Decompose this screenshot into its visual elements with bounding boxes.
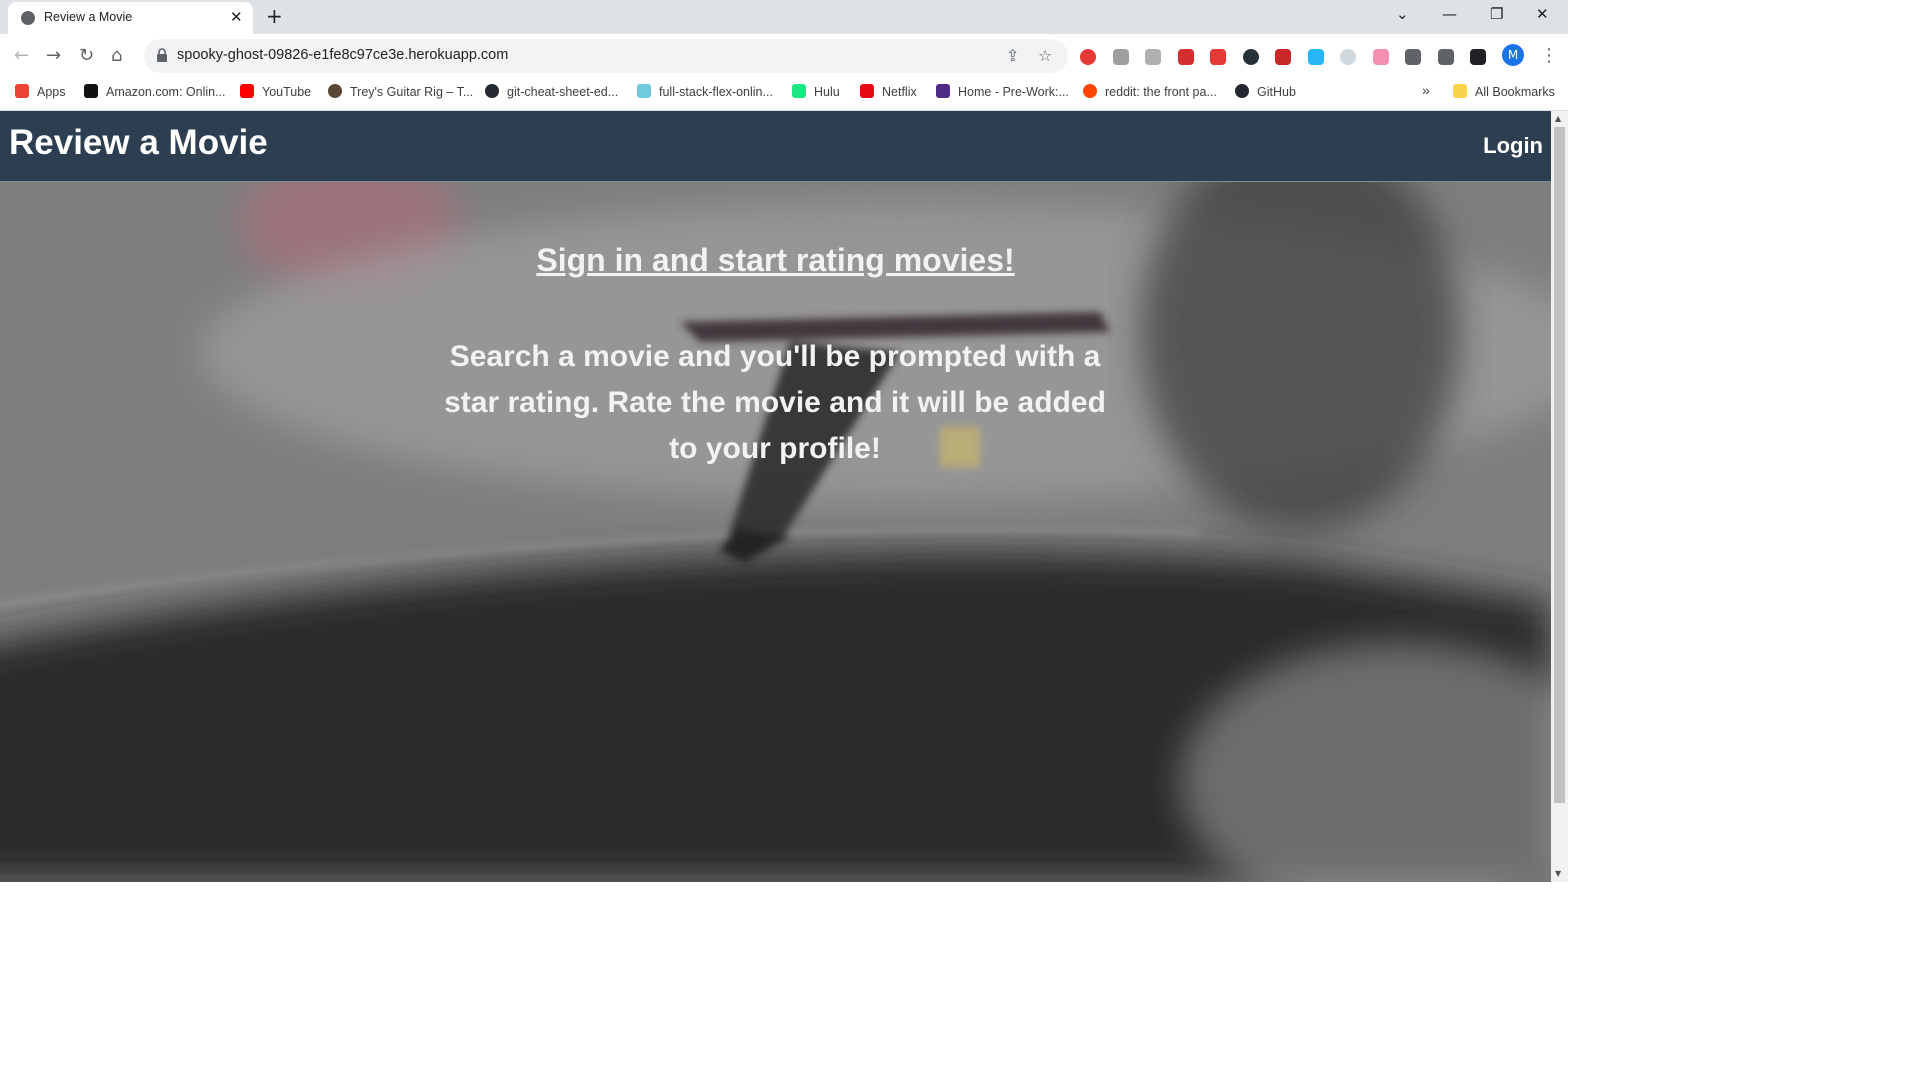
tab-search-icon[interactable]: ⌄ bbox=[1396, 5, 1409, 23]
all-bookmarks-folder[interactable]: All Bookmarks bbox=[1453, 84, 1555, 99]
css-extension-icon[interactable] bbox=[1145, 49, 1161, 65]
bookmark-youtube[interactable]: YouTube bbox=[240, 84, 311, 99]
extensions-area bbox=[1075, 39, 1495, 73]
bookmark-github[interactable]: GitHub bbox=[1235, 84, 1296, 99]
bookmarks-overflow-button[interactable]: » bbox=[1422, 82, 1430, 98]
forward-button[interactable]: → bbox=[46, 46, 61, 66]
bookmark-apps[interactable]: Apps bbox=[15, 84, 66, 99]
browser-tab-strip: Review a Movie ✕ + ⌄ — ❐ ✕ bbox=[0, 0, 1568, 34]
minimize-button[interactable]: — bbox=[1442, 5, 1457, 23]
site-header: Review a Movie Login bbox=[0, 111, 1551, 182]
youtube-icon bbox=[240, 84, 254, 98]
guitar-rig-icon bbox=[328, 84, 342, 98]
lock-icon bbox=[157, 48, 167, 62]
github-icon bbox=[485, 84, 499, 98]
turntable-background-image bbox=[0, 182, 1551, 882]
shield-extension-icon[interactable] bbox=[1178, 49, 1194, 65]
adblock-icon[interactable] bbox=[1080, 49, 1096, 65]
bookmark-guitar-rig[interactable]: Trey's Guitar Rig – T... bbox=[328, 84, 473, 99]
page-scrollbar[interactable]: ▲ ▼ bbox=[1551, 111, 1568, 882]
folder-icon bbox=[1453, 84, 1467, 98]
back-button[interactable]: ← bbox=[14, 46, 29, 66]
reddit-icon bbox=[1083, 84, 1097, 98]
side-panel-icon[interactable] bbox=[1470, 49, 1486, 65]
close-window-button[interactable]: ✕ bbox=[1536, 5, 1549, 23]
close-tab-icon[interactable]: ✕ bbox=[230, 8, 243, 26]
download-icon[interactable] bbox=[1438, 49, 1454, 65]
tab-title: Review a Movie bbox=[44, 10, 133, 24]
globe-icon bbox=[21, 11, 35, 25]
scroll-up-icon[interactable]: ▲ bbox=[1555, 114, 1561, 123]
hero-section: Sign in and start rating movies! Search … bbox=[0, 182, 1551, 882]
northwestern-icon bbox=[936, 84, 950, 98]
github-icon bbox=[1235, 84, 1249, 98]
share-icon[interactable]: ⇪ bbox=[1006, 46, 1019, 65]
hero-description: Search a movie and you'll be prompted wi… bbox=[444, 340, 1106, 465]
puzzle-icon[interactable] bbox=[1405, 49, 1421, 65]
page-viewport: Review a Movie Login Sign in and start r… bbox=[0, 111, 1551, 882]
bookmark-slack[interactable]: full-stack-flex-onlin... bbox=[637, 84, 773, 99]
bookmark-pre-work[interactable]: Home - Pre-Work:... bbox=[936, 84, 1069, 99]
hulu-icon bbox=[792, 84, 806, 98]
login-link[interactable]: Login bbox=[1483, 133, 1543, 159]
amazon-icon bbox=[84, 84, 98, 98]
extension-icon[interactable] bbox=[1210, 49, 1226, 65]
scroll-down-icon[interactable]: ▼ bbox=[1555, 869, 1561, 878]
menu-icon[interactable]: ⋮ bbox=[1540, 46, 1558, 66]
pdf-icon[interactable] bbox=[1275, 49, 1291, 65]
bookmark-hulu[interactable]: Hulu bbox=[792, 84, 840, 99]
extension-icon[interactable] bbox=[1373, 49, 1389, 65]
bookmark-reddit[interactable]: reddit: the front pa... bbox=[1083, 84, 1217, 99]
reload-button[interactable]: ↻ bbox=[79, 46, 94, 66]
extension-icon[interactable] bbox=[1113, 49, 1129, 65]
browser-tab[interactable]: Review a Movie ✕ bbox=[8, 2, 253, 34]
bookmark-amazon[interactable]: Amazon.com: Onlin... bbox=[84, 84, 226, 99]
extension-icon[interactable] bbox=[1308, 49, 1324, 65]
slack-icon bbox=[637, 84, 651, 98]
profile-avatar[interactable]: M bbox=[1502, 44, 1524, 66]
bookmarks-bar: Apps Amazon.com: Onlin... YouTube Trey's… bbox=[0, 78, 1568, 111]
address-bar[interactable]: spooky-ghost-09826-e1fe8c97ce3e.herokuap… bbox=[144, 39, 1068, 73]
bookmark-netflix[interactable]: Netflix bbox=[860, 84, 917, 99]
bookmark-git-cheat-sheet[interactable]: git-cheat-sheet-ed... bbox=[485, 84, 618, 99]
new-tab-button[interactable]: + bbox=[266, 4, 283, 28]
sign-in-link[interactable]: Sign in and start rating movies! bbox=[0, 242, 1551, 279]
extension-icon[interactable] bbox=[1243, 49, 1259, 65]
site-title[interactable]: Review a Movie bbox=[9, 123, 268, 163]
home-button[interactable]: ⌂ bbox=[111, 46, 122, 66]
scrollbar-thumb[interactable] bbox=[1554, 127, 1565, 803]
apps-icon bbox=[15, 84, 29, 98]
bookmark-star-icon[interactable]: ☆ bbox=[1038, 46, 1052, 65]
url-text[interactable]: spooky-ghost-09826-e1fe8c97ce3e.herokuap… bbox=[177, 47, 508, 63]
color-picker-icon[interactable] bbox=[1340, 49, 1356, 65]
browser-toolbar: ← → ↻ ⌂ spooky-ghost-09826-e1fe8c97ce3e.… bbox=[0, 34, 1568, 78]
netflix-icon bbox=[860, 84, 874, 98]
restore-button[interactable]: ❐ bbox=[1490, 5, 1503, 23]
